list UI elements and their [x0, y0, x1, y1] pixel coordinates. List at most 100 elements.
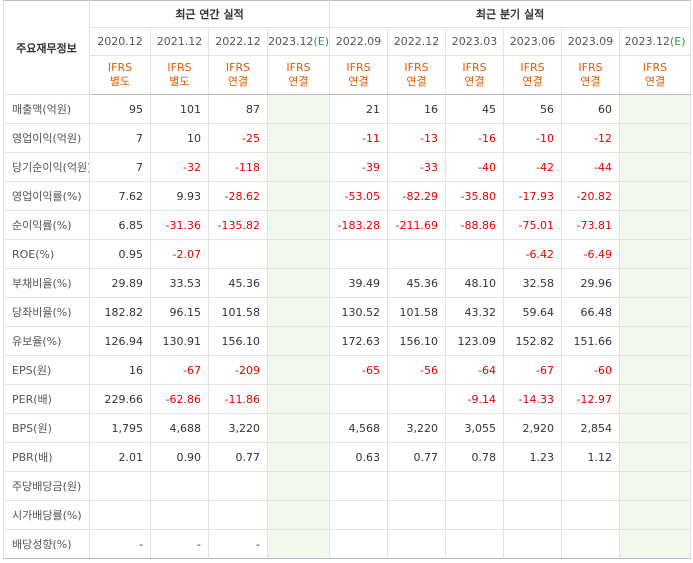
statement-basis: 별도 — [169, 75, 190, 88]
quarterly-value-cell — [619, 355, 692, 385]
annual-value-cell — [208, 239, 268, 269]
annual-value-cell: 0.95 — [89, 239, 151, 269]
quarterly-value-cell: 45.36 — [387, 268, 447, 298]
annual-section-title: 최근 연간 실적 — [88, 0, 331, 28]
quarterly-value-cell: 2,854 — [561, 413, 621, 443]
quarterly-value-cell — [387, 384, 447, 414]
table-row: 유보율(%) 126.94 130.91 156.10 172.63 156.10 123.… — [3, 326, 692, 356]
table-row: 영업이익(억원) 7 10 -25 -11 -13 -16 -10 -12 — [3, 123, 692, 153]
quarterly-basis-header: IFRS 연결 — [329, 55, 389, 95]
annual-value-cell: 87 — [208, 94, 268, 124]
annual-value-cell — [266, 442, 331, 472]
quarterly-value-cell — [561, 471, 621, 501]
annual-value-cell — [266, 384, 331, 414]
annual-value-cell: 7.62 — [89, 181, 151, 211]
table-row: 부채비율(%) 29.89 33.53 45.36 39.49 45.36 48.10 32.… — [3, 268, 692, 298]
annual-value-cell — [266, 471, 331, 501]
row-label: 당좌비율(%) — [3, 297, 90, 327]
quarterly-value-cell: -65 — [329, 355, 389, 385]
annual-period-header: 2022.12 — [208, 27, 268, 56]
row-label: PBR(배) — [3, 442, 90, 472]
accounting-standard: IFRS — [107, 61, 133, 74]
quarterly-value-cell: 59.64 — [503, 297, 563, 327]
quarterly-value-cell — [445, 239, 505, 269]
quarterly-value-cell: 48.10 — [445, 268, 505, 298]
table-row: 당좌비율(%) 182.82 96.15 101.58 130.52 101.58 43.3… — [3, 297, 692, 327]
quarterly-value-cell: -40 — [445, 152, 505, 182]
annual-value-cell: -2.07 — [150, 239, 209, 269]
quarterly-value-cell: 152.82 — [503, 326, 563, 356]
quarterly-value-cell: -33 — [387, 152, 447, 182]
annual-value-cell — [208, 471, 268, 501]
quarterly-value-cell — [561, 500, 621, 530]
quarterly-basis-header: IFRS 연결 — [387, 55, 447, 95]
accounting-standard: IFRS — [520, 61, 545, 74]
quarterly-value-cell: -35.80 — [445, 181, 505, 211]
quarterly-basis-header: IFRS 연결 — [619, 55, 692, 95]
statement-basis: 연결 — [464, 75, 485, 88]
accounting-standard: IFRS — [578, 61, 603, 74]
table-row: 시가배당률(%) — [3, 500, 692, 530]
period-label: 2023.12 — [268, 35, 314, 48]
period-label: 2020.12 — [97, 35, 143, 48]
quarterly-value-cell: -12 — [561, 123, 621, 153]
quarterly-value-cell: -14.33 — [503, 384, 563, 414]
annual-value-cell: -67 — [150, 355, 209, 385]
quarterly-value-cell: -64 — [445, 355, 505, 385]
annual-value-cell: -135.82 — [208, 210, 268, 240]
quarterly-basis-header: IFRS 연결 — [445, 55, 505, 95]
annual-period-header: 2021.12 — [150, 27, 209, 56]
quarterly-value-cell — [619, 529, 692, 559]
annual-value-cell: -31.36 — [150, 210, 209, 240]
annual-value-cell — [266, 297, 331, 327]
quarterly-value-cell: 156.10 — [387, 326, 447, 356]
quarterly-value-cell: 32.58 — [503, 268, 563, 298]
annual-value-cell — [266, 181, 331, 211]
quarterly-value-cell: 4,568 — [329, 413, 389, 443]
quarterly-value-cell — [445, 500, 505, 530]
period-label: 2023.12 — [624, 35, 671, 48]
quarterly-value-cell: -11 — [329, 123, 389, 153]
annual-basis-header: IFRS 별도 — [89, 55, 151, 95]
annual-value-cell: - — [150, 529, 209, 559]
annual-value-cell — [266, 210, 331, 240]
statement-basis: 연결 — [580, 75, 601, 88]
annual-value-cell: 229.66 — [89, 384, 151, 414]
row-label: EPS(원) — [3, 355, 90, 385]
period-label: 2022.09 — [335, 35, 382, 48]
quarterly-value-cell: -20.82 — [561, 181, 621, 211]
quarterly-value-cell — [619, 239, 692, 269]
quarterly-value-cell — [619, 326, 692, 356]
quarterly-value-cell: 172.63 — [329, 326, 389, 356]
quarterly-value-cell: -10 — [503, 123, 563, 153]
quarterly-period-header: 2023.12(E) — [619, 27, 692, 56]
quarterly-section-title: 최근 분기 실적 — [329, 0, 692, 28]
row-label: 주당배당금(원) — [3, 471, 90, 501]
quarterly-value-cell: -13 — [387, 123, 447, 153]
annual-period-header: 2020.12 — [89, 27, 151, 56]
table-row: ROE(%) 0.95 -2.07 -6.42 -6.49 — [3, 239, 692, 269]
quarterly-value-cell: -73.81 — [561, 210, 621, 240]
quarterly-basis-header: IFRS 연결 — [503, 55, 563, 95]
annual-value-cell — [266, 239, 331, 269]
table-row: PBR(배) 2.01 0.90 0.77 0.63 0.77 0.78 1.23 1.12 — [3, 442, 692, 472]
annual-value-cell: 101.58 — [208, 297, 268, 327]
quarterly-value-cell: 1.12 — [561, 442, 621, 472]
annual-value-cell: -32 — [150, 152, 209, 182]
estimate-mark: (E) — [313, 35, 330, 48]
quarterly-value-cell — [619, 123, 692, 153]
annual-value-cell: 6.85 — [89, 210, 151, 240]
quarterly-value-cell: -16 — [445, 123, 505, 153]
annual-value-cell: -28.62 — [208, 181, 268, 211]
quarterly-value-cell: -67 — [503, 355, 563, 385]
quarterly-value-cell — [387, 471, 447, 501]
accounting-standard: IFRS — [286, 61, 311, 74]
quarterly-value-cell — [619, 297, 692, 327]
accounting-standard: IFRS — [404, 61, 429, 74]
annual-value-cell: 0.77 — [208, 442, 268, 472]
annual-value-cell — [266, 326, 331, 356]
quarterly-value-cell: 16 — [387, 94, 447, 124]
quarterly-value-cell: 60 — [561, 94, 621, 124]
quarterly-value-cell: 45 — [445, 94, 505, 124]
annual-value-cell: 16 — [89, 355, 151, 385]
